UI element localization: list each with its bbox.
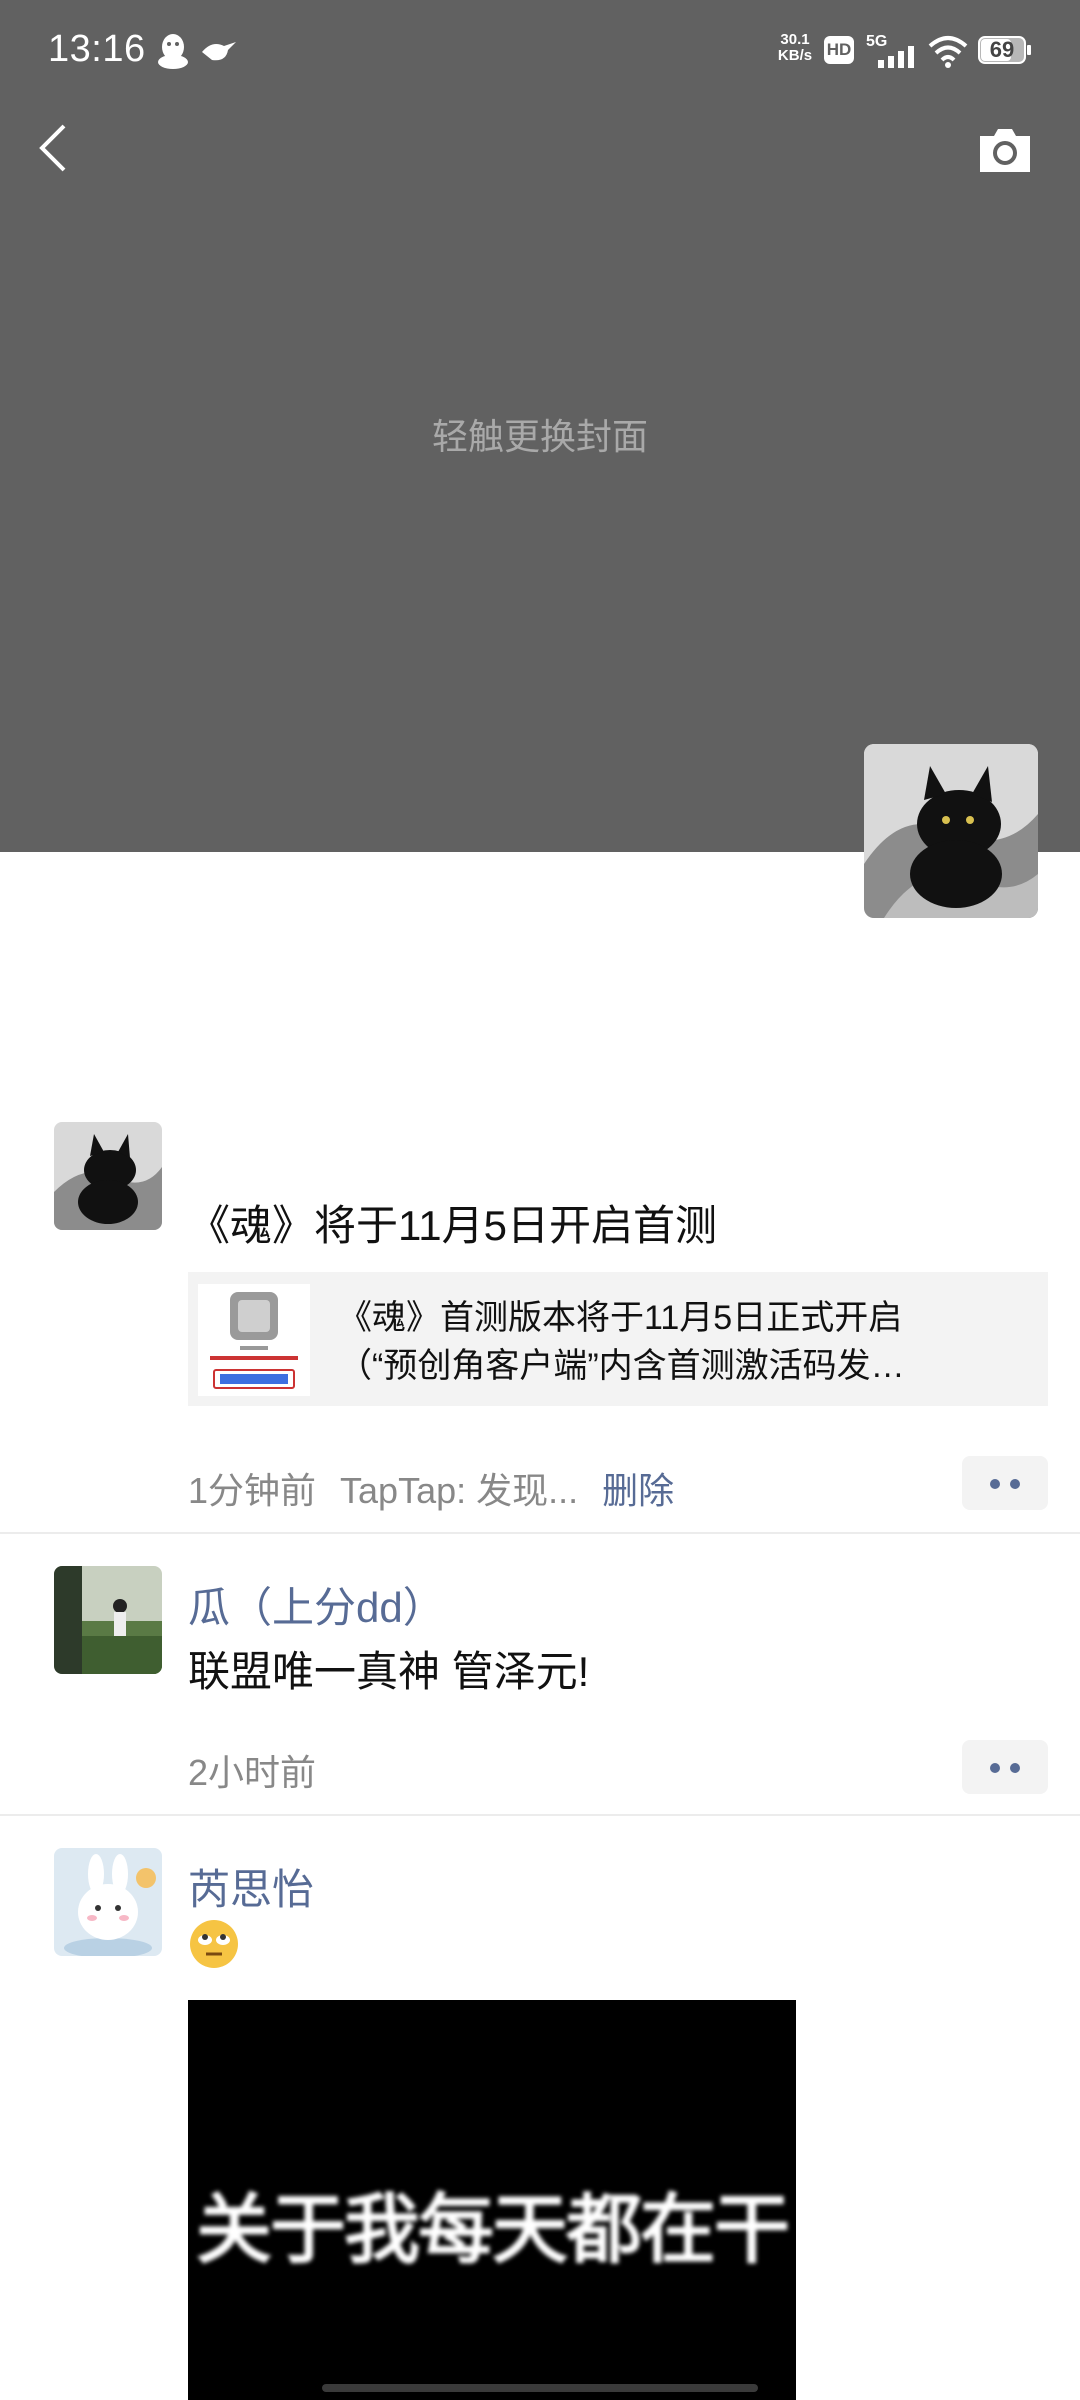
- link-title: 《魂》首测版本将于11月5日正式开启 （“预创角客户端”内含首测激活码发…: [338, 1299, 905, 1385]
- post-divider: [0, 1532, 1080, 1534]
- post-text: 联盟唯一真神 管泽元!: [188, 1648, 590, 1695]
- delete-link[interactable]: 删除: [602, 1470, 674, 1511]
- post-time: 1分钟前: [188, 1470, 317, 1511]
- more-options-button[interactable]: [962, 1740, 1048, 1794]
- qq-icon: [158, 34, 188, 69]
- post-author-name[interactable]: 瓜（上分dd）: [188, 1574, 445, 1635]
- post-avatar[interactable]: [54, 1122, 162, 1230]
- link-card[interactable]: 《魂》首测版本将于11月5日正式开启 （“预创角客户端”内含首测激活码发…: [188, 1272, 1048, 1406]
- svg-text:5G: 5G: [866, 33, 887, 50]
- status-time: 13:16: [48, 28, 146, 70]
- camera-icon[interactable]: [976, 126, 1034, 174]
- cover-hint[interactable]: 轻触更换封面: [0, 408, 1080, 460]
- battery-level: 69: [989, 37, 1015, 62]
- post-text: 《魂》将于11月5日开启首测: [188, 1202, 717, 1249]
- post-author-name[interactable]: 芮思怡: [188, 1856, 314, 1917]
- video-post[interactable]: 关于我每天都在干: [188, 2000, 796, 2400]
- profile-avatar[interactable]: [864, 744, 1038, 918]
- video-caption: 关于我每天都在干: [196, 2185, 790, 2274]
- photo-avatar-image: [54, 1566, 162, 1674]
- bird-icon: [202, 42, 236, 61]
- cat-avatar-image: [54, 1122, 162, 1230]
- post-meta: 2小时前: [188, 1744, 316, 1796]
- cat-avatar-image: [864, 744, 1038, 918]
- status-bar: 13:16 30.1 KB/s HD 5G 69: [0, 0, 1080, 100]
- wifi-icon: [928, 36, 968, 68]
- more-options-button[interactable]: [962, 1456, 1048, 1510]
- post-avatar[interactable]: [54, 1848, 162, 1956]
- network-speed: 30.1 KB/s: [777, 31, 813, 64]
- hd-badge: HD: [824, 36, 854, 64]
- post-divider: [0, 1814, 1080, 1816]
- eye-roll-emoji: [190, 1920, 238, 1968]
- link-thumbnail: [198, 1284, 310, 1396]
- signal-5g-icon: 5G: [866, 33, 914, 68]
- post-time: 2小时前: [188, 1752, 317, 1793]
- chevron-left-icon[interactable]: [34, 120, 74, 176]
- home-indicator[interactable]: [322, 2384, 758, 2392]
- post-avatar[interactable]: [54, 1566, 162, 1674]
- post-source[interactable]: TapTap: 发现...: [340, 1470, 578, 1511]
- bunny-avatar-image: [54, 1848, 162, 1956]
- post-meta: 1分钟前 TapTap: 发现... 删除: [188, 1462, 674, 1514]
